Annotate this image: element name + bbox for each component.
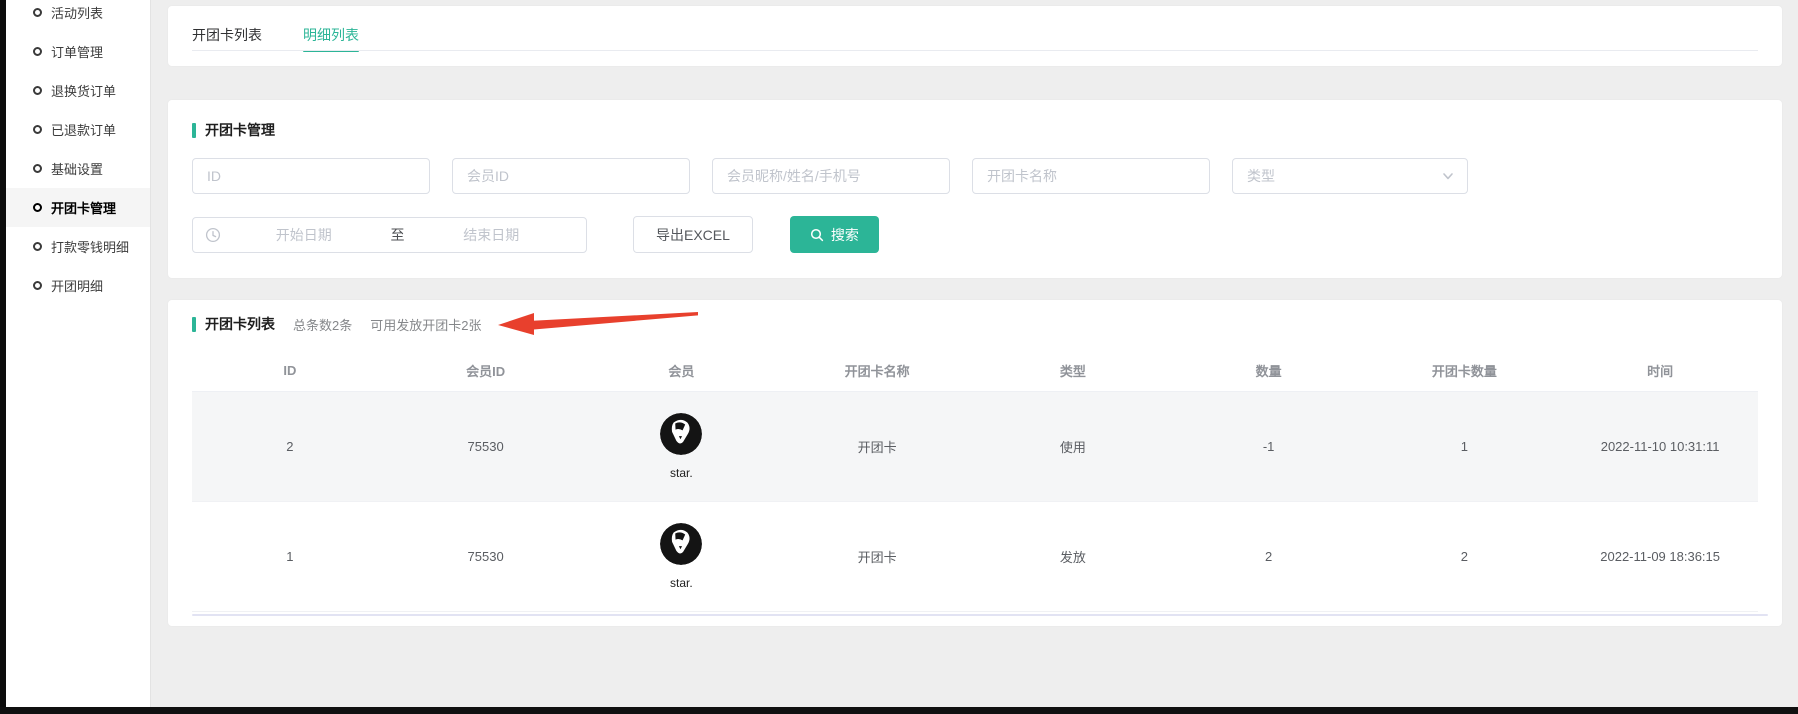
type-select[interactable]: 类型 — [1232, 158, 1468, 194]
tab-divider — [192, 50, 1758, 51]
horizontal-scrollbar-track[interactable] — [192, 614, 1768, 616]
member-name: star. — [670, 466, 693, 480]
total-count-text: 总条数2条 — [293, 315, 352, 334]
main-content: 开团卡列表 明细列表 开团卡管理 类型 — [152, 0, 1798, 707]
cell-quantity: 2 — [1171, 549, 1367, 564]
search-button[interactable]: 搜索 — [790, 216, 879, 253]
member-name: star. — [670, 576, 693, 590]
cell-card-count: 2 — [1367, 549, 1563, 564]
title-accent-bar — [192, 123, 196, 138]
tab-label: 明细列表 — [303, 27, 359, 43]
search-button-label: 搜索 — [831, 225, 859, 245]
card-name-input[interactable] — [972, 158, 1210, 194]
sidebar-item-label: 开团明细 — [51, 276, 103, 295]
tab-detail-list[interactable]: 明细列表 — [303, 18, 359, 52]
cell-member-id: 75530 — [388, 439, 584, 454]
circle-icon — [33, 242, 42, 251]
sidebar-item-label: 已退款订单 — [51, 120, 116, 139]
cell-id: 2 — [192, 439, 388, 454]
circle-icon — [33, 281, 42, 290]
cell-card-count: 1 — [1367, 439, 1563, 454]
type-select-placeholder: 类型 — [1247, 166, 1275, 186]
column-header: 类型 — [975, 361, 1171, 380]
sidebar-item-activity-list[interactable]: 活动列表 — [6, 0, 150, 32]
cell-card-name: 开团卡 — [779, 547, 975, 566]
cell-member: star. — [584, 413, 780, 480]
search-icon — [810, 228, 824, 242]
circle-icon — [33, 47, 42, 56]
sidebar-item-label: 基础设置 — [51, 159, 103, 178]
tab-groupcard-list[interactable]: 开团卡列表 — [192, 18, 262, 52]
circle-icon — [33, 8, 42, 17]
sidebar-item-return-exchange-orders[interactable]: 退换货订单 — [6, 71, 150, 110]
tabs-card: 开团卡列表 明细列表 — [168, 6, 1782, 66]
chevron-down-icon — [1441, 169, 1455, 183]
circle-icon — [33, 86, 42, 95]
sidebar-item-label: 活动列表 — [51, 3, 103, 22]
circle-icon — [33, 203, 42, 212]
column-header: 数量 — [1171, 361, 1367, 380]
date-separator: 至 — [387, 225, 409, 245]
table-row: 2 75530 star. 开团卡 使用 -1 1 2022-11-10 10:… — [192, 392, 1758, 502]
tab-label: 开团卡列表 — [192, 27, 262, 43]
sidebar-item-basic-settings[interactable]: 基础设置 — [6, 149, 150, 188]
member-avatar — [660, 413, 702, 455]
tab-bar: 开团卡列表 明细列表 — [192, 18, 1758, 52]
sidebar-item-payout-change-detail[interactable]: 打款零钱明细 — [6, 227, 150, 266]
sidebar: 活动列表 订单管理 退换货订单 已退款订单 基础设置 开团卡管理 打款零钱明细 — [6, 0, 151, 707]
sidebar-item-label: 订单管理 — [51, 42, 103, 61]
cell-time: 2022-11-10 10:31:11 — [1562, 439, 1758, 454]
table-header-row: ID 会员ID 会员 开团卡名称 类型 数量 开团卡数量 时间 — [192, 350, 1758, 392]
window-left-edge — [0, 0, 6, 714]
filter-row-1: 类型 — [192, 158, 1758, 194]
available-cards-text: 可用发放开团卡2张 — [370, 315, 481, 334]
table-title-text: 开团卡列表 — [205, 314, 275, 334]
column-header: 会员ID — [388, 361, 584, 380]
sidebar-item-label: 开团卡管理 — [51, 198, 116, 217]
cell-member: star. — [584, 523, 780, 590]
sidebar-item-refunded-orders[interactable]: 已退款订单 — [6, 110, 150, 149]
export-excel-button[interactable]: 导出EXCEL — [633, 216, 753, 253]
sidebar-menu: 活动列表 订单管理 退换货订单 已退款订单 基础设置 开团卡管理 打款零钱明细 — [6, 0, 150, 305]
clock-icon — [205, 227, 221, 243]
sidebar-item-groupcard-management[interactable]: 开团卡管理 — [6, 188, 150, 227]
member-avatar — [660, 523, 702, 565]
member-id-input[interactable] — [452, 158, 690, 194]
red-annotation-arrow — [498, 310, 698, 336]
column-header: 会员 — [584, 361, 780, 380]
sidebar-item-label: 打款零钱明细 — [51, 237, 129, 256]
member-info-input[interactable] — [712, 158, 950, 194]
table-section-title: 开团卡列表 总条数2条 可用发放开团卡2张 — [192, 314, 1758, 334]
filter-card: 开团卡管理 类型 开始日期 至 结束日期 — [168, 100, 1782, 278]
filter-title-text: 开团卡管理 — [205, 120, 275, 140]
cell-card-name: 开团卡 — [779, 437, 975, 456]
table-row: 1 75530 star. 开团卡 发放 2 2 2022-11-09 18:3… — [192, 502, 1758, 612]
sidebar-item-group-detail[interactable]: 开团明细 — [6, 266, 150, 305]
title-accent-bar — [192, 317, 196, 332]
cell-quantity: -1 — [1171, 439, 1367, 454]
cell-time: 2022-11-09 18:36:15 — [1562, 549, 1758, 564]
cell-type: 使用 — [975, 437, 1171, 456]
cell-id: 1 — [192, 549, 388, 564]
cell-member-id: 75530 — [388, 549, 584, 564]
column-header: 时间 — [1562, 361, 1758, 380]
end-date-placeholder: 结束日期 — [409, 225, 575, 245]
filter-section-title: 开团卡管理 — [192, 120, 1758, 140]
column-header: 开团卡名称 — [779, 361, 975, 380]
window-bottom-edge — [0, 707, 1798, 714]
circle-icon — [33, 164, 42, 173]
table-card: 开团卡列表 总条数2条 可用发放开团卡2张 ID 会员ID 会员 开团卡名称 类… — [168, 300, 1782, 626]
cell-type: 发放 — [975, 547, 1171, 566]
column-header: 开团卡数量 — [1367, 361, 1563, 380]
sidebar-item-order-management[interactable]: 订单管理 — [6, 32, 150, 71]
circle-icon — [33, 125, 42, 134]
filter-row-2: 开始日期 至 结束日期 导出EXCEL 搜索 — [192, 216, 1758, 253]
start-date-placeholder: 开始日期 — [221, 225, 387, 245]
sidebar-item-label: 退换货订单 — [51, 81, 116, 100]
column-header: ID — [192, 363, 388, 378]
id-input[interactable] — [192, 158, 430, 194]
date-range-picker[interactable]: 开始日期 至 结束日期 — [192, 217, 587, 253]
